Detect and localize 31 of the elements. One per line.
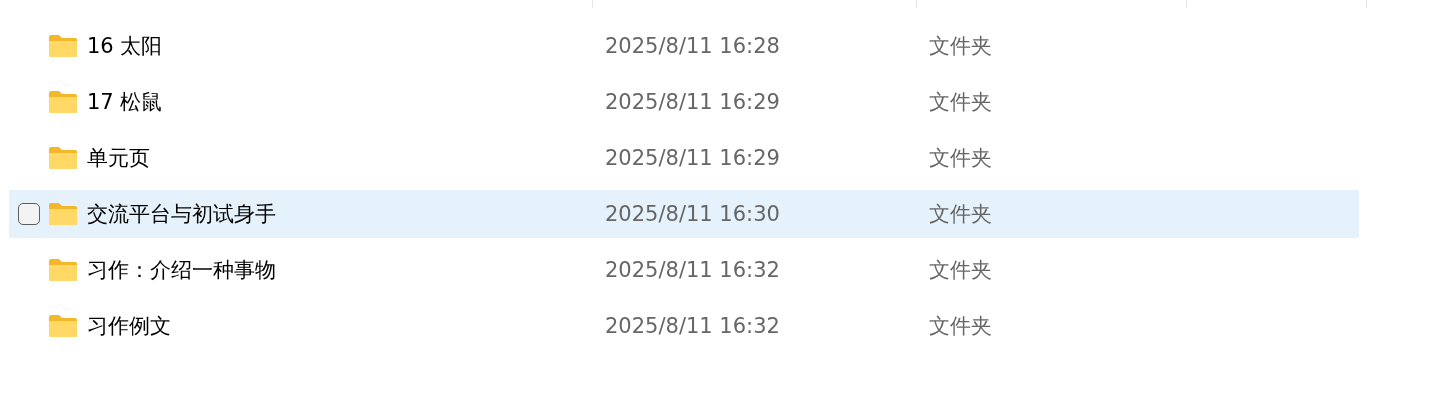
file-type: 文件夹	[929, 146, 992, 170]
file-type: 文件夹	[929, 258, 992, 282]
file-name: 习作：介绍一种事物	[87, 257, 276, 284]
date-modified: 2025/8/11 16:29	[605, 90, 780, 114]
date-modified: 2025/8/11 16:28	[605, 34, 780, 58]
file-type: 文件夹	[929, 202, 992, 226]
folder-icon	[48, 258, 78, 282]
date-modified: 2025/8/11 16:32	[605, 314, 780, 338]
folder-icon	[48, 314, 78, 338]
file-row-highlight[interactable]: 交流平台与初试身手 2025/8/11 16:30 文件夹	[9, 190, 1359, 238]
file-type: 文件夹	[929, 34, 992, 58]
date-modified: 2025/8/11 16:30	[605, 202, 780, 226]
file-row[interactable]: 习作：介绍一种事物 2025/8/11 16:32 文件夹	[9, 246, 1359, 294]
folder-icon	[48, 34, 78, 58]
file-row[interactable]: 17 松鼠 2025/8/11 16:29 文件夹	[9, 78, 1359, 126]
folder-icon	[48, 90, 78, 114]
file-type: 文件夹	[929, 90, 992, 114]
row-checkbox[interactable]	[18, 203, 40, 225]
file-type: 文件夹	[929, 314, 992, 338]
date-modified: 2025/8/11 16:29	[605, 146, 780, 170]
file-name: 交流平台与初试身手	[87, 201, 276, 228]
file-name: 17 松鼠	[87, 89, 163, 116]
file-name: 单元页	[87, 145, 150, 172]
file-name: 16 太阳	[87, 33, 163, 60]
file-row[interactable]: 16 太阳 2025/8/11 16:28 文件夹	[9, 22, 1359, 70]
date-modified: 2025/8/11 16:32	[605, 258, 780, 282]
file-name: 习作例文	[87, 313, 171, 340]
file-row[interactable]: 单元页 2025/8/11 16:29 文件夹	[9, 134, 1359, 182]
folder-icon	[48, 202, 78, 226]
folder-icon	[48, 146, 78, 170]
file-row[interactable]: 习作例文 2025/8/11 16:32 文件夹	[9, 302, 1359, 350]
